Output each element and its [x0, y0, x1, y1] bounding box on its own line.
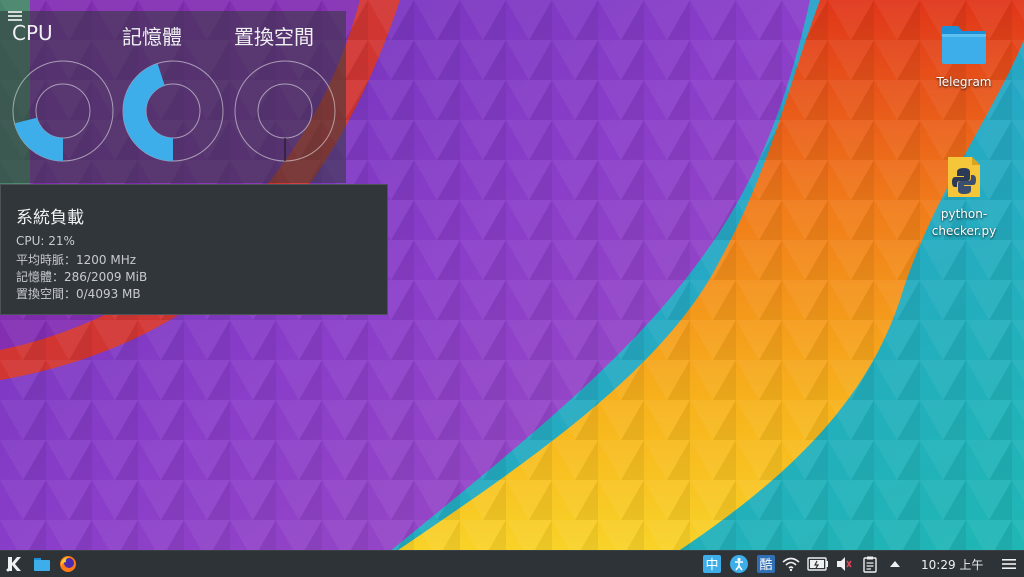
desktop-icon-telegram[interactable]: Telegram	[919, 24, 1009, 91]
volume-tray[interactable]	[834, 554, 854, 574]
folder-icon	[34, 558, 50, 571]
tooltip-memory-line: 記憶體：286/2009 MiB	[16, 270, 148, 284]
desktop-icon-label: python-checker.py	[931, 207, 997, 238]
tooltip-swap-line: 置換空間：0/4093 MB	[16, 287, 141, 301]
clipboard-tray[interactable]	[861, 554, 879, 574]
battery-icon	[807, 557, 828, 571]
svg-text:中: 中	[705, 558, 718, 573]
volume-muted-icon	[837, 557, 852, 571]
chewing-input-icon: 酷	[757, 555, 775, 573]
clock-widget[interactable]: 10:29 上午	[921, 556, 983, 573]
kde-logo-icon	[6, 557, 21, 572]
chewing-input-tray[interactable]: 酷	[756, 554, 776, 574]
memory-donut-chart	[122, 60, 224, 162]
file-manager-launcher[interactable]	[32, 554, 52, 574]
hamburger-menu-icon	[1002, 559, 1016, 569]
network-tray[interactable]	[781, 554, 801, 574]
input-method-tray[interactable]: 中	[702, 554, 722, 574]
system-monitor-widget[interactable]: CPU 記憶體 置換空間	[0, 11, 346, 183]
tooltip-cpu-line: CPU: 21%	[16, 234, 75, 248]
swap-donut-chart	[234, 60, 336, 162]
clipboard-icon	[863, 556, 877, 573]
firefox-launcher[interactable]	[58, 554, 78, 574]
gauge-inner-ring	[145, 83, 201, 139]
system-load-tooltip: 系統負載 CPU: 21% 平均時脈：1200 MHz 記憶體：286/2009…	[0, 184, 388, 315]
cpu-gauge: CPU	[12, 21, 122, 171]
input-method-icon: 中	[703, 555, 721, 573]
application-launcher-button[interactable]	[4, 554, 24, 574]
swap-gauge: 置換空間	[234, 21, 344, 171]
gauge-inner-ring	[35, 83, 91, 139]
gauge-value-arc	[14, 117, 64, 161]
gauge-inner-ring	[257, 83, 313, 139]
firefox-icon	[60, 556, 76, 572]
svg-text:酷: 酷	[759, 558, 772, 573]
gauge-title: 記憶體	[122, 25, 182, 49]
gauge-value-arc	[123, 63, 174, 161]
folder-icon	[942, 26, 986, 64]
tooltip-title: 系統負載	[16, 208, 84, 228]
accessibility-tray[interactable]	[729, 554, 749, 574]
battery-tray[interactable]	[807, 554, 829, 574]
memory-gauge: 記憶體	[122, 21, 232, 171]
tooltip-frequency-line: 平均時脈：1200 MHz	[16, 253, 137, 267]
accessibility-icon	[730, 555, 748, 573]
expand-arrow-icon	[890, 561, 900, 567]
taskbar-panel: 中 酷 10:29 上午	[0, 550, 1024, 577]
gauge-title: CPU	[12, 21, 53, 45]
cpu-donut-chart	[12, 60, 114, 162]
python-file-icon	[948, 157, 980, 197]
panel-options-button[interactable]	[999, 554, 1019, 574]
expand-tray-button[interactable]	[886, 554, 904, 574]
wifi-icon	[782, 557, 800, 572]
desktop-icon-label: Telegram	[936, 75, 992, 89]
gauge-title: 置換空間	[234, 25, 314, 49]
desktop-icon-python-checker[interactable]: python-checker.py	[919, 156, 1009, 240]
